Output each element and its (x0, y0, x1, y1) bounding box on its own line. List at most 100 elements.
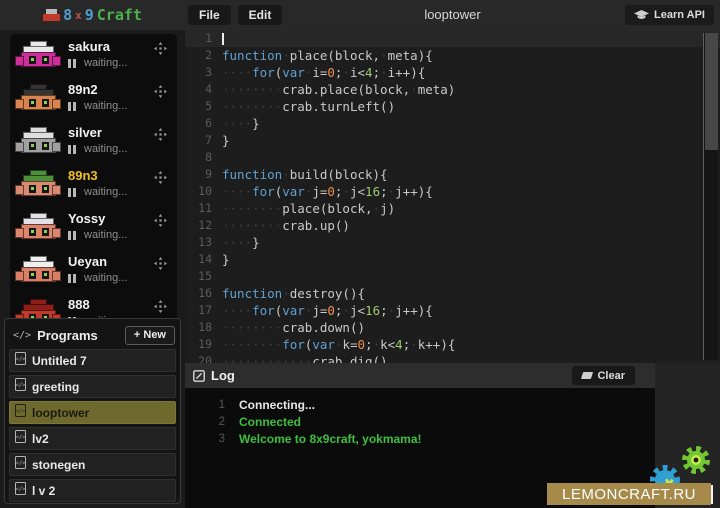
svg-text:</>: </> (16, 460, 26, 466)
svg-text:</>: </> (16, 434, 26, 440)
code-token: destroy(){ (290, 286, 365, 301)
move-player-icon[interactable] (154, 42, 167, 55)
code-token: · (342, 184, 350, 199)
player-status-text: waiting... (84, 186, 127, 198)
crab-logo-icon (43, 9, 60, 21)
new-program-button[interactable]: + New (125, 326, 175, 345)
pause-icon (73, 102, 76, 111)
code-token: k= (342, 337, 357, 352)
code-token: ; (380, 303, 388, 318)
program-item[interactable]: </>greeting (9, 375, 176, 398)
code-token: · (410, 82, 418, 97)
player-item[interactable]: sakurawaiting... (10, 34, 177, 77)
code-token: 0 (327, 303, 335, 318)
program-name: l v 2 (32, 484, 55, 498)
edit-menu-button[interactable]: Edit (238, 5, 283, 25)
editor-line: 2function·place(block,·meta){ (185, 47, 720, 64)
code-token: ···· (222, 235, 252, 250)
player-status: waiting... (68, 57, 127, 69)
code-token: meta) (418, 82, 456, 97)
move-player-icon[interactable] (154, 257, 167, 270)
editor-line: 11········place(block,·j) (185, 200, 720, 217)
editor-line: 20············crab.dig() (185, 353, 720, 363)
program-name: stonegen (32, 458, 85, 472)
line-code: function·build(block){ (222, 166, 388, 183)
move-player-icon[interactable] (154, 214, 167, 227)
player-status-text: waiting... (84, 100, 127, 112)
program-item[interactable]: </>Untitled 7 (9, 349, 176, 372)
program-item[interactable]: </> stonegen (9, 453, 176, 476)
program-item[interactable]: </>lv2 (9, 427, 176, 450)
program-item-selected[interactable]: </>looptower (9, 401, 176, 424)
pause-icon (68, 274, 71, 283)
line-code: ····for(var·i=0;·i<4;·i++){ (222, 64, 425, 81)
code-token: j= (312, 303, 327, 318)
pause-icon (73, 59, 76, 68)
line-number: 8 (185, 149, 212, 166)
player-item[interactable]: 888waiting... (10, 292, 177, 318)
log-entry-number: 2 (185, 414, 225, 431)
editor-scrollbar-thumb[interactable] (705, 33, 718, 150)
code-token: · (282, 167, 290, 182)
code-token: ········ (222, 218, 282, 233)
line-code: } (222, 132, 230, 149)
editor-scrollbar[interactable] (703, 33, 718, 360)
player-item[interactable]: 89n2waiting... (10, 77, 177, 120)
move-player-icon[interactable] (154, 128, 167, 141)
clear-log-button[interactable]: Clear (572, 366, 635, 385)
pause-icon (73, 274, 76, 283)
player-item[interactable]: 89n3waiting... (10, 163, 177, 206)
pause-icon (73, 145, 76, 154)
line-code: function·destroy(){ (222, 285, 365, 302)
code-token: 16 (365, 184, 380, 199)
program-name: greeting (32, 380, 79, 394)
line-number: 20 (185, 353, 212, 363)
crab-eye (29, 271, 36, 279)
code-token: crab.down() (282, 320, 365, 335)
line-number: 15 (185, 268, 212, 285)
program-file-icon: </> (15, 352, 26, 370)
program-file-icon: </> (15, 456, 26, 474)
code-token: 4 (365, 65, 373, 80)
code-token: 0 (358, 337, 366, 352)
line-number: 9 (185, 166, 212, 183)
pause-icon (68, 102, 71, 111)
player-status-text: waiting... (84, 57, 127, 69)
line-number: 6 (185, 115, 212, 132)
code-token: var (312, 337, 335, 352)
line-code (222, 30, 224, 47)
line-number: 11 (185, 200, 212, 217)
player-item[interactable]: Yossywaiting... (10, 206, 177, 249)
editor-line: 4········crab.place(block,·meta) (185, 81, 720, 98)
clear-label: Clear (597, 370, 625, 382)
code-token: · (373, 201, 381, 216)
code-token: var (282, 303, 305, 318)
line-code: ····} (222, 115, 260, 132)
move-player-icon[interactable] (154, 85, 167, 98)
crab-eye (42, 271, 49, 279)
move-player-icon[interactable] (154, 300, 167, 313)
player-item[interactable]: silverwaiting... (10, 120, 177, 163)
editor-line: 13····} (185, 234, 720, 251)
code-token: function (222, 286, 282, 301)
player-status: waiting... (68, 143, 127, 155)
line-code: ········crab.up() (222, 217, 350, 234)
code-token: · (282, 286, 290, 301)
line-number: 12 (185, 217, 212, 234)
app-logo: 8x9Craft (0, 0, 185, 30)
move-player-icon[interactable] (154, 171, 167, 184)
crab-avatar (16, 299, 60, 318)
player-item[interactable]: Ueyanwaiting... (10, 249, 177, 292)
log-entry-number: 1 (185, 397, 225, 414)
crab-eye (42, 142, 49, 150)
code-token: ········ (222, 82, 282, 97)
file-menu-button[interactable]: File (188, 5, 231, 25)
program-item[interactable]: </>l v 2 (9, 479, 176, 502)
code-editor[interactable]: 12function·place(block,·meta){3····for(v… (185, 30, 720, 363)
programs-title: Programs (37, 328, 125, 343)
line-number: 2 (185, 47, 212, 64)
pause-icon (73, 188, 76, 197)
learn-api-button[interactable]: Learn API (625, 5, 714, 25)
code-token: crab.turnLeft() (282, 99, 395, 114)
pause-icon (73, 231, 76, 240)
